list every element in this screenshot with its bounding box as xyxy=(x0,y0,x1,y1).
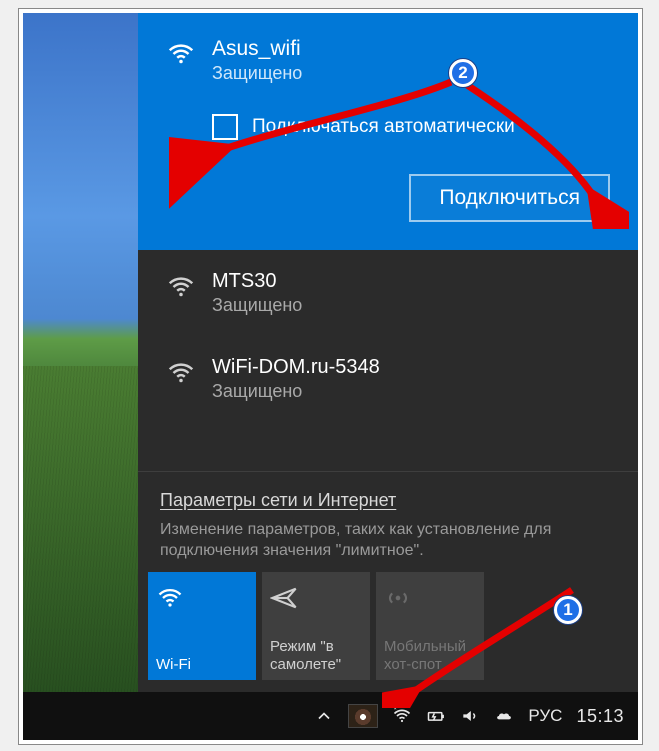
tile-label: Мобильный хот-спот xyxy=(384,638,476,674)
tile-mobile-hotspot[interactable]: Мобильный хот-спот xyxy=(376,572,484,680)
tray-app-icon[interactable] xyxy=(348,704,378,728)
network-name: WiFi-DOM.ru-5348 xyxy=(212,356,610,379)
wifi-icon xyxy=(166,272,196,302)
hotspot-icon xyxy=(384,584,412,612)
wifi-icon xyxy=(166,39,196,69)
tile-wifi[interactable]: Wi-Fi xyxy=(148,572,256,680)
network-status: Защищено xyxy=(212,63,610,84)
clock[interactable]: 15:13 xyxy=(576,706,624,727)
annotation-badge-2: 2 xyxy=(449,59,477,87)
network-item-selected[interactable]: Asus_wifi Защищено Подключаться автомати… xyxy=(138,13,638,250)
tile-airplane-mode[interactable]: Режим "в самолете" xyxy=(262,572,370,680)
desktop-wallpaper: Asus_wifi Защищено Подключаться автомати… xyxy=(23,13,638,692)
network-settings-link[interactable]: Параметры сети и Интернет xyxy=(160,490,616,511)
network-settings-description: Изменение параметров, таких как установл… xyxy=(160,519,616,562)
network-flyout: Asus_wifi Защищено Подключаться автомати… xyxy=(138,13,638,692)
chevron-up-icon[interactable] xyxy=(314,706,334,726)
wifi-tray-icon[interactable]: * xyxy=(392,706,412,726)
auto-connect-checkbox[interactable] xyxy=(212,114,238,140)
wifi-icon xyxy=(166,358,196,388)
annotation-badge-1: 1 xyxy=(554,596,582,624)
network-item[interactable]: MTS30 Защищено xyxy=(138,250,638,336)
network-status: Защищено xyxy=(212,381,610,402)
system-tray: * РУС 15:13 xyxy=(314,704,638,728)
network-item[interactable]: WiFi-DOM.ru-5348 Защищено xyxy=(138,336,638,422)
connect-button[interactable]: Подключиться xyxy=(409,174,610,222)
wifi-icon xyxy=(156,584,184,612)
taskbar: * РУС 15:13 xyxy=(23,692,638,740)
airplane-icon xyxy=(270,584,298,612)
language-indicator[interactable]: РУС xyxy=(528,706,562,726)
onedrive-tray-icon[interactable] xyxy=(494,706,514,726)
svg-text:*: * xyxy=(394,706,398,715)
tile-label: Wi-Fi xyxy=(156,656,248,674)
screenshot-frame: Asus_wifi Защищено Подключаться автомати… xyxy=(18,8,643,745)
battery-tray-icon[interactable] xyxy=(426,706,446,726)
network-status: Защищено xyxy=(212,295,610,316)
auto-connect-label: Подключаться автоматически xyxy=(252,116,515,138)
tile-label: Режим "в самолете" xyxy=(270,638,362,674)
volume-tray-icon[interactable] xyxy=(460,706,480,726)
network-name: Asus_wifi xyxy=(212,37,610,61)
network-name: MTS30 xyxy=(212,270,610,293)
